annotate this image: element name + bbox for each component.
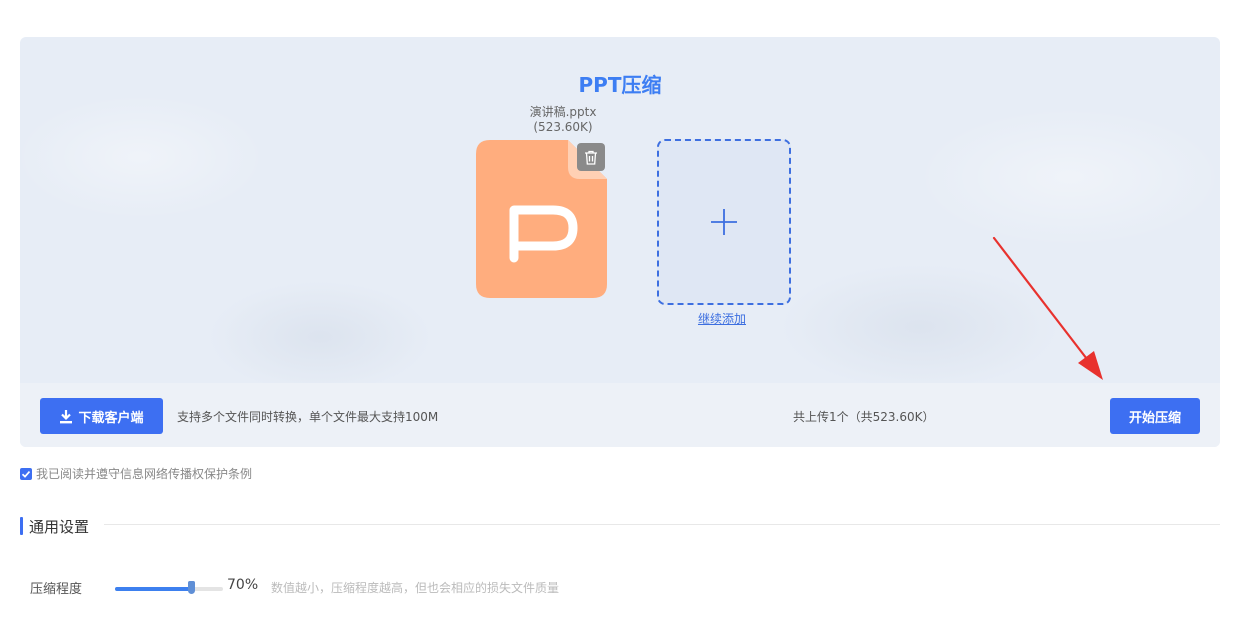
- compression-value: 70%: [227, 577, 259, 593]
- settings-section-header: 通用设置: [20, 515, 1220, 537]
- add-file-dropzone[interactable]: [657, 139, 791, 305]
- start-compress-button[interactable]: 开始压缩: [1110, 398, 1200, 434]
- delete-file-button[interactable]: [577, 143, 605, 171]
- agreement-row: 我已阅读并遵守信息网络传播权保护条例: [20, 465, 252, 482]
- action-bar: 下载客户端 支持多个文件同时转换，单个文件最大支持100M 共上传1个（共523…: [20, 383, 1220, 447]
- page-title: PPT压缩: [578, 73, 662, 97]
- continue-add-link[interactable]: 继续添加: [672, 310, 772, 327]
- slider-thumb[interactable]: [187, 581, 195, 594]
- checkmark-icon: [21, 470, 31, 478]
- plus-icon: [711, 209, 737, 235]
- slider-fill: [115, 587, 191, 591]
- compression-hint: 数值越小，压缩程度越高，但也会相应的损失文件质量: [271, 581, 560, 595]
- file-size: (523.60K): [533, 120, 593, 134]
- file-name: 演讲稿.pptx: [529, 105, 597, 119]
- download-icon: [60, 409, 73, 423]
- agreement-label: 我已阅读并遵守信息网络传播权保护条例: [36, 467, 253, 481]
- agreement-checkbox[interactable]: [20, 467, 32, 480]
- compression-slider[interactable]: [115, 581, 223, 594]
- download-client-button[interactable]: 下载客户端: [40, 398, 163, 434]
- section-title: 通用设置: [29, 518, 90, 536]
- section-marker: [20, 517, 23, 535]
- download-client-label: 下载客户端: [78, 410, 144, 426]
- compression-level-label: 压缩程度: [30, 582, 83, 597]
- file-info: 演讲稿.pptx (523.60K): [490, 105, 636, 135]
- red-arrow-annotation: [992, 236, 1103, 380]
- trash-icon: [585, 150, 597, 165]
- upload-count-text: 共上传1个（共523.60K）: [793, 410, 935, 424]
- support-info-text: 支持多个文件同时转换，单个文件最大支持100M: [177, 410, 439, 424]
- section-divider: [104, 524, 1220, 525]
